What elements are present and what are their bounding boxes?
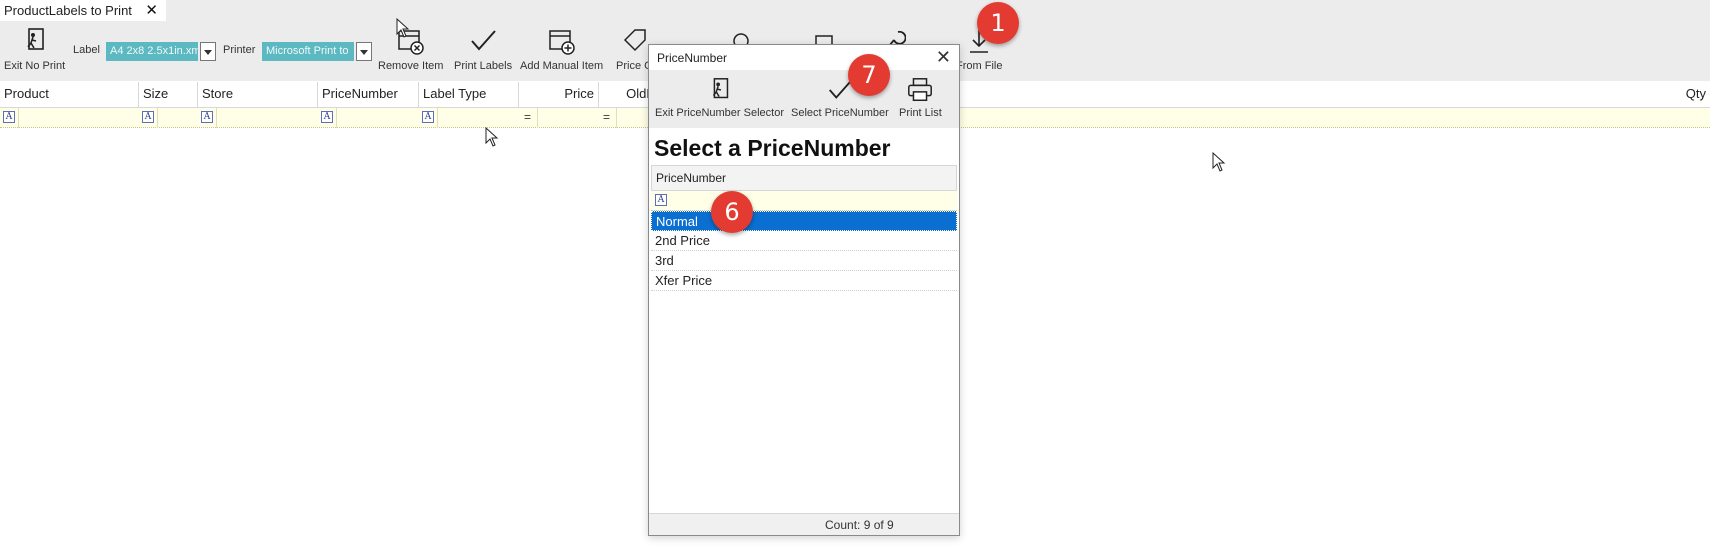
printer-icon: [908, 78, 933, 102]
filter-separator: [157, 108, 158, 128]
exit-door-icon: [712, 78, 728, 99]
printer-select[interactable]: Microsoft Print to: [262, 42, 354, 61]
dialog-close-icon[interactable]: ✕: [936, 47, 951, 68]
tab-close-icon[interactable]: ✕: [145, 1, 158, 19]
column-label-type[interactable]: Label Type: [419, 82, 519, 108]
filter-separator: [616, 108, 617, 128]
filter-text-icon[interactable]: A: [422, 111, 434, 123]
filter-equals-icon[interactable]: =: [524, 110, 531, 124]
exit-price-number-selector-button[interactable]: Exit PriceNumber Selector: [655, 76, 784, 119]
list-item-2nd-price[interactable]: 2nd Price: [651, 231, 957, 251]
checkmark-icon: [471, 30, 496, 51]
filter-separator: [336, 108, 337, 128]
dialog-heading: Select a PriceNumber: [654, 135, 891, 161]
step-badge-6: 6: [711, 191, 753, 233]
list-item-normal[interactable]: Normal: [651, 211, 957, 231]
mouse-cursor-icon: [485, 127, 499, 147]
step-badge-7: 7: [848, 54, 890, 96]
add-manual-item-button[interactable]: Add Manual Item: [520, 26, 603, 72]
filter-text-icon[interactable]: A: [3, 111, 15, 123]
filter-text-icon[interactable]: A: [142, 111, 154, 123]
list-item-3rd[interactable]: 3rd: [651, 251, 957, 271]
from-file-label: From File: [956, 60, 1003, 72]
filter-text-icon[interactable]: A: [201, 111, 213, 123]
printer-dropdown-chevron-icon[interactable]: [356, 42, 372, 61]
exit-no-print-label: Exit No Print: [4, 60, 66, 72]
filter-separator: [18, 108, 19, 128]
print-labels-button[interactable]: Print Labels: [454, 26, 512, 72]
dialog-column-header[interactable]: PriceNumber: [651, 165, 957, 191]
dialog-title: PriceNumber: [657, 51, 728, 65]
filter-text-icon[interactable]: A: [321, 111, 333, 123]
price-change-button[interactable]: Price C: [616, 26, 652, 72]
dialog-filter-row: A: [651, 191, 957, 211]
print-list-label: Print List: [899, 107, 942, 119]
dialog-footer: Count: 9 of 9: [649, 513, 959, 535]
mouse-cursor-icon: [1212, 152, 1226, 172]
select-price-number-label: Select PriceNumber: [791, 107, 889, 119]
mouse-cursor-icon: [396, 18, 410, 38]
filter-equals-icon[interactable]: =: [603, 110, 610, 124]
exit-no-print-button[interactable]: Exit No Print: [4, 26, 65, 72]
column-price-number[interactable]: PriceNumber: [318, 82, 419, 108]
label-dropdown-chevron-icon[interactable]: [200, 42, 216, 61]
record-count: Count: 9 of 9: [825, 518, 894, 532]
filter-separator: [437, 108, 438, 128]
column-size[interactable]: Size: [139, 82, 198, 108]
tab-title: ProductLabels to Print: [4, 3, 132, 18]
remove-item-label: Remove Item: [378, 60, 444, 72]
print-list-button[interactable]: Print List: [899, 76, 942, 119]
filter-text-icon[interactable]: A: [655, 194, 667, 206]
price-change-label: Price C: [616, 60, 653, 72]
document-tab[interactable]: ProductLabels to Print ✕: [0, 0, 166, 21]
printer-caption: Printer: [223, 44, 256, 56]
list-item-xfer-price[interactable]: Xfer Price: [651, 271, 957, 291]
label-caption: Label: [73, 44, 100, 56]
column-store[interactable]: Store: [198, 82, 318, 108]
exit-door-icon: [26, 28, 44, 50]
price-number-list: Normal 2nd Price 3rd Xfer Price: [651, 211, 957, 291]
filter-separator: [216, 108, 217, 128]
column-qty[interactable]: Qty: [1670, 82, 1710, 108]
exit-selector-label: Exit PriceNumber Selector: [655, 107, 784, 119]
add-manual-item-label: Add Manual Item: [520, 60, 604, 72]
column-product[interactable]: Product: [0, 82, 139, 108]
label-select[interactable]: A4 2x8 2.5x1in.xm: [106, 42, 198, 61]
remove-item-button[interactable]: Remove Item: [378, 26, 443, 72]
price-tag-icon: [623, 29, 646, 52]
filter-separator: [537, 108, 538, 128]
print-labels-label: Print Labels: [454, 60, 513, 72]
dialog-toolbar: Exit PriceNumber Selector Select PriceNu…: [649, 70, 959, 128]
price-number-dialog: PriceNumber ✕ Exit PriceNumber Selector …: [648, 44, 960, 536]
column-price[interactable]: Price: [519, 82, 599, 108]
add-item-icon: [548, 30, 575, 55]
step-badge-1: 1: [977, 2, 1019, 44]
